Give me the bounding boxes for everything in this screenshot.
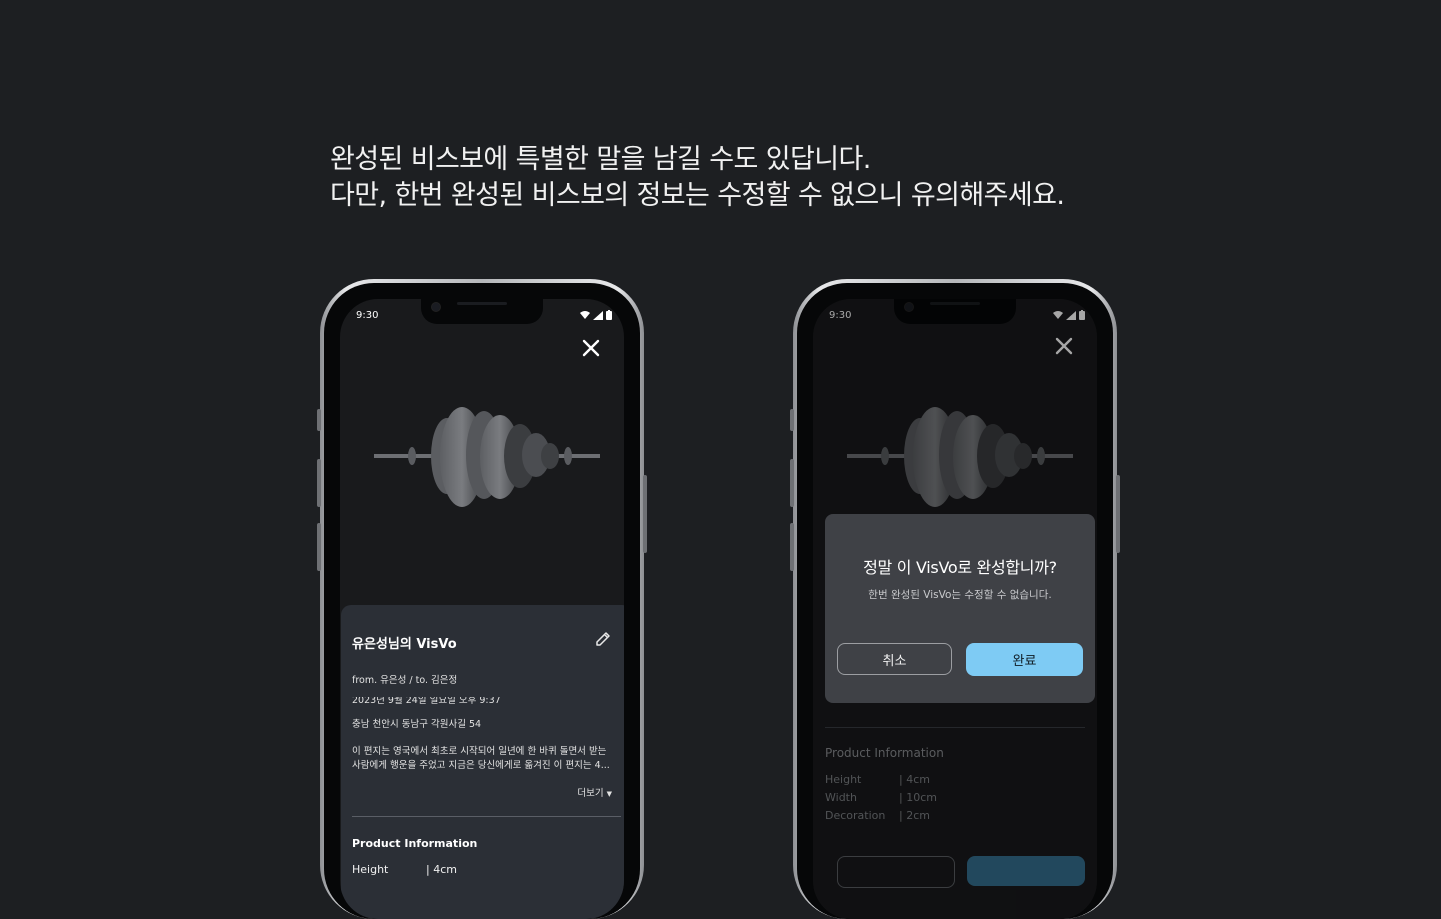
- from-to: from. 유은성 / to. 김은정: [352, 675, 458, 686]
- status-icons: [580, 310, 612, 320]
- signal-icon: [593, 310, 603, 320]
- notch: [421, 299, 543, 324]
- row-label: Height: [352, 863, 389, 876]
- cancel-button[interactable]: 취소: [837, 643, 952, 675]
- pencil-icon[interactable]: [594, 630, 612, 648]
- phone-right: 9:30 Product Information Height | 4cm Wi…: [790, 279, 1120, 919]
- caret-down-icon: ▼: [606, 790, 612, 798]
- wifi-icon: [580, 311, 590, 319]
- phone-left: 9:30 유은성님의 VisVo from. 유은성 / to. 김은정 202…: [317, 279, 647, 919]
- side-button: [790, 523, 794, 571]
- screen: 9:30 유은성님의 VisVo from. 유은성 / to. 김은정 202…: [340, 299, 624, 919]
- card-title: 유은성님의 VisVo: [352, 637, 457, 652]
- close-icon[interactable]: [580, 337, 602, 359]
- datetime: 2023년 9월 24일 일요일 오후 9:37: [352, 697, 501, 706]
- status-time: 9:30: [356, 310, 379, 321]
- bezel: 9:30 유은성님의 VisVo from. 유은성 / to. 김은정 202…: [324, 283, 640, 919]
- side-button: [317, 523, 321, 571]
- side-button: [790, 409, 794, 431]
- battery-icon: [606, 310, 612, 320]
- headline-line-1: 완성된 비스보에 특별한 말을 남길 수도 있답니다.: [330, 144, 871, 175]
- more-label: 더보기: [577, 788, 604, 799]
- power-button: [643, 475, 647, 553]
- visvo-3d-object: [374, 407, 600, 507]
- speaker: [457, 302, 507, 305]
- side-button: [790, 459, 794, 507]
- headline-line-2: 다만, 한번 완성된 비스보의 정보는 수정할 수 없으니 유의해주세요.: [330, 180, 1065, 211]
- dialog-subtitle: 한번 완성된 VisVo는 수정할 수 없습니다.: [868, 589, 1052, 601]
- headline: 완성된 비스보에 특별한 말을 남길 수도 있답니다. 다만, 한번 완성된 비…: [330, 142, 1065, 214]
- row-value: | 4cm: [426, 863, 457, 876]
- message-line-2: 사람에게 행운을 주었고 지금은 당신에게로 옮겨진 이 편지는 4...: [352, 760, 610, 771]
- bezel: 9:30 Product Information Height | 4cm Wi…: [797, 283, 1113, 919]
- address: 충남 천안시 동남구 각원사길 54: [352, 719, 482, 730]
- divider: [352, 816, 621, 817]
- message-line-1: 이 편지는 영국에서 최초로 시작되어 일년에 한 바퀴 돌면서 받는: [352, 746, 607, 757]
- visvo-info-card: 유은성님의 VisVo from. 유은성 / to. 김은정 2023년 9월…: [341, 605, 624, 919]
- confirm-button[interactable]: 완료: [966, 643, 1083, 676]
- power-button: [1116, 475, 1120, 553]
- side-button: [317, 409, 321, 431]
- dialog-title: 정말 이 VisVo로 완성합니까?: [863, 558, 1057, 577]
- confirm-dialog: 정말 이 VisVo로 완성합니까? 한번 완성된 VisVo는 수정할 수 없…: [825, 514, 1095, 703]
- product-row-height: Height | 4cm: [352, 863, 457, 876]
- more-button[interactable]: 더보기 ▼: [577, 785, 612, 799]
- product-info-title: Product Information: [352, 837, 478, 850]
- camera-icon: [431, 302, 441, 312]
- side-button: [317, 459, 321, 507]
- screen: 9:30 Product Information Height | 4cm Wi…: [813, 299, 1097, 919]
